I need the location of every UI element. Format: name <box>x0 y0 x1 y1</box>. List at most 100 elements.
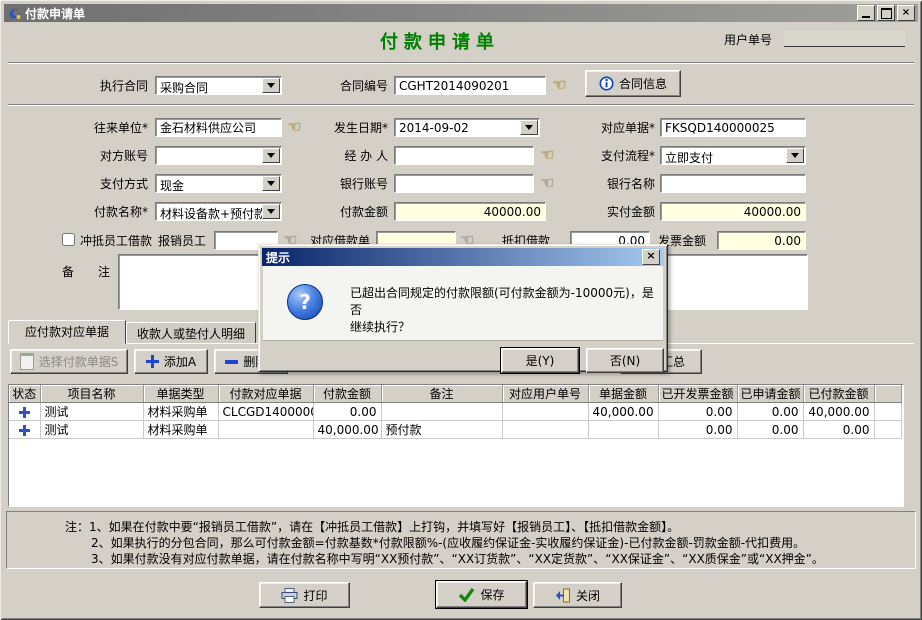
grid-cell: 40,000.00 <box>588 403 658 421</box>
grid-col-header[interactable]: 已付款金额 <box>803 385 874 403</box>
grid-cell: 0.00 <box>737 421 803 439</box>
grid-cell: 预付款 <box>381 421 502 439</box>
window-title: 付款申请单 <box>25 5 85 22</box>
handler-label: 经 办 人 <box>300 149 388 164</box>
grid-col-header[interactable]: 已开发票金额 <box>658 385 737 403</box>
pay-name-combo[interactable]: 材料设备款+预付款 <box>155 202 282 221</box>
select-payment-doc-button[interactable]: 选择付款单据S <box>10 349 128 374</box>
date-label: 发生日期* <box>300 121 388 136</box>
grid-col-header[interactable]: 单据类型 <box>143 385 218 403</box>
dialog-message-line2: 继续执行？ <box>350 319 663 336</box>
plus-icon[interactable] <box>19 425 30 436</box>
date-combo[interactable]: 2014-09-02 <box>394 118 540 137</box>
chevron-down-icon[interactable] <box>262 148 280 163</box>
remark-label: 备 注 <box>62 265 110 280</box>
close-form-button[interactable]: 关闭 <box>533 582 622 608</box>
pay-method-combo[interactable]: 现金 <box>155 174 282 193</box>
grid-cell <box>588 421 658 439</box>
plus-icon[interactable] <box>19 407 30 418</box>
yes-button[interactable]: 是(Y) <box>501 348 579 373</box>
window-titlebar[interactable]: 付款申请单 × <box>4 4 918 22</box>
party-account-label: 对方账号 <box>30 149 148 164</box>
user-no-field[interactable] <box>784 30 905 47</box>
handler-input[interactable] <box>394 146 534 165</box>
grid-col-header[interactable]: 已申请金额 <box>737 385 803 403</box>
contract-info-label: 合同信息 <box>619 75 667 92</box>
divider <box>8 104 914 106</box>
table-row[interactable]: 测试材料采购单CLCGD1400000260.0040,000.000.000.… <box>9 403 901 421</box>
close-button[interactable]: × <box>897 5 915 21</box>
tab-payable-docs[interactable]: 应付款对应单据 <box>8 320 126 344</box>
grid-col-header[interactable]: 项目名称 <box>40 385 143 403</box>
print-label: 打印 <box>303 587 327 604</box>
add-label: 添加A <box>164 353 196 370</box>
select-payment-doc-label: 选择付款单据S <box>39 353 119 370</box>
grid-cell: 材料采购单 <box>143 421 218 439</box>
exec-contract-label: 执行合同 <box>30 79 148 94</box>
save-button[interactable]: 保存 <box>436 581 527 608</box>
pay-amount-input[interactable] <box>394 202 546 221</box>
contract-no-input[interactable] <box>394 76 546 95</box>
grid-cell: 40,000.00 <box>803 403 874 421</box>
table-row[interactable]: 测试材料采购单40,000.00预付款0.000.000.00 <box>9 421 901 439</box>
chevron-down-icon[interactable] <box>520 120 538 135</box>
dialog-message-line1: 已超出合同规定的付款限额(可付款金额为-10000元)，是否 <box>350 285 663 319</box>
pay-name-value: 材料设备款+预付款 <box>160 205 263 222</box>
notes-panel: 注：1、如果在付款中要“报销员工借款”，请在【冲抵员工借款】上打钩，并填写好【报… <box>6 511 916 569</box>
chevron-down-icon[interactable] <box>262 204 280 219</box>
party-account-combo[interactable] <box>155 146 282 165</box>
dialog-body: ? 已超出合同规定的付款限额(可付款金额为-10000元)，是否 继续执行？ <box>263 266 663 341</box>
grid-cell: 0.00 <box>803 421 874 439</box>
grid-cell: 0.00 <box>313 403 381 421</box>
print-button[interactable]: 打印 <box>259 582 350 608</box>
dialog-titlebar[interactable]: 提示 × <box>262 248 664 266</box>
prompt-dialog: 提示 × ? 已超出合同规定的付款限额(可付款金额为-10000元)，是否 继续… <box>258 244 668 372</box>
pay-flow-combo[interactable]: 立即支付 <box>660 146 806 165</box>
printer-icon <box>281 588 298 603</box>
grid-cell <box>9 421 40 439</box>
reimburse-label: 报销员工 <box>158 234 206 249</box>
minimize-button[interactable] <box>857 5 875 21</box>
dialog-close-icon[interactable]: × <box>642 249 660 265</box>
bank-name-input[interactable] <box>660 174 806 193</box>
chevron-down-icon[interactable] <box>262 78 280 93</box>
grid-col-header[interactable]: 付款对应单据 <box>218 385 313 403</box>
note-line-1: 注：1、如果在付款中要“报销员工借款”，请在【冲抵员工借款】上打钩，并填写好【报… <box>65 518 679 535</box>
grid-cell <box>9 403 40 421</box>
chevron-down-icon[interactable] <box>786 148 804 163</box>
picker-hand-icon[interactable]: ☜ <box>552 77 566 93</box>
bank-account-input[interactable] <box>394 174 534 193</box>
add-button[interactable]: 添加A <box>134 349 208 374</box>
grid-col-header[interactable] <box>874 385 901 403</box>
picker-hand-icon-disabled: ☜ <box>540 175 554 191</box>
grid-cell: 0.00 <box>658 403 737 421</box>
pay-method-value: 现金 <box>160 177 263 194</box>
vendor-input[interactable] <box>155 118 282 137</box>
grid-col-header[interactable]: 备注 <box>381 385 502 403</box>
grid-cell: 0.00 <box>737 403 803 421</box>
pay-flow-label: 支付流程* <box>570 149 655 164</box>
maximize-button[interactable] <box>877 5 895 21</box>
offset-loan-checkbox[interactable] <box>62 233 75 246</box>
grid-col-header[interactable]: 状态 <box>9 385 40 403</box>
doc-no-input[interactable] <box>660 118 806 137</box>
grid-cell <box>502 403 588 421</box>
contract-info-button[interactable]: 合同信息 <box>585 70 681 97</box>
invoice-amount-input[interactable] <box>717 231 806 250</box>
picker-hand-icon[interactable]: ☜ <box>540 147 554 163</box>
grid-col-header[interactable]: 付款金额 <box>313 385 381 403</box>
actual-amount-input[interactable] <box>660 202 806 221</box>
minus-icon <box>225 360 238 364</box>
no-button[interactable]: 否(N) <box>586 348 664 373</box>
grid-cell: 40,000.00 <box>313 421 381 439</box>
payable-docs-grid[interactable]: 状态项目名称单据类型付款对应单据付款金额备注对应用户单号单据金额已开发票金额已申… <box>8 384 904 507</box>
divider <box>8 62 914 64</box>
exec-contract-combo[interactable]: 采购合同 <box>155 76 282 95</box>
chevron-down-icon[interactable] <box>262 176 280 191</box>
contract-no-label: 合同编号 <box>300 79 388 94</box>
grid-cell <box>502 421 588 439</box>
tab-payee-detail[interactable]: 收款人或垫付人明细 <box>126 322 256 343</box>
grid-col-header[interactable]: 单据金额 <box>588 385 658 403</box>
grid-col-header[interactable]: 对应用户单号 <box>502 385 588 403</box>
grid-header-row: 状态项目名称单据类型付款对应单据付款金额备注对应用户单号单据金额已开发票金额已申… <box>9 385 901 403</box>
